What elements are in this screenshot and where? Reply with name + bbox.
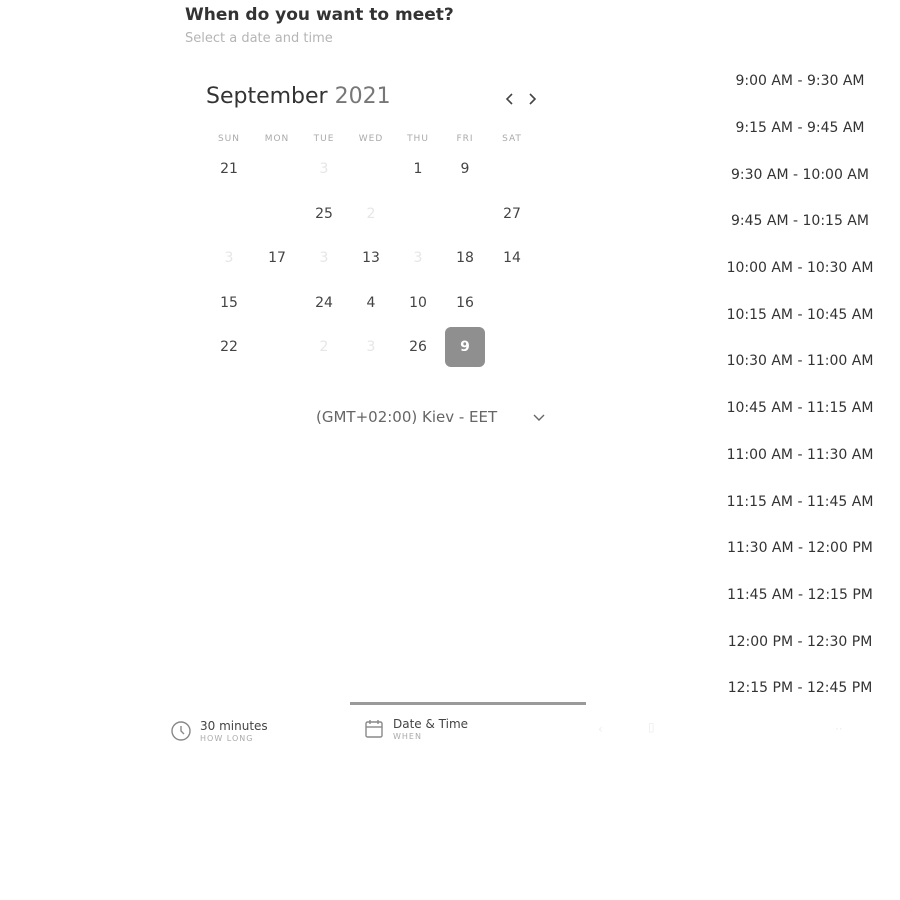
month-name: September	[206, 84, 328, 109]
calendar-day-faint: 3	[366, 339, 376, 355]
calendar-icon	[365, 720, 383, 738]
chevron-right-icon	[529, 93, 537, 105]
step-date-label: Date & Time	[393, 717, 469, 731]
prev-month-button[interactable]	[501, 90, 519, 108]
time-slot[interactable]: 11:45 AM - 12:15 PM	[724, 572, 876, 619]
time-slot[interactable]: 11:30 AM - 12:00 PM	[724, 525, 876, 572]
calendar-day[interactable]: 14	[492, 238, 532, 278]
calendar-day[interactable]: 22	[209, 327, 249, 367]
weekday-sat: SAT	[502, 134, 522, 144]
calendar-day[interactable]: 1	[398, 149, 438, 189]
time-slot[interactable]: 12:15 PM - 12:45 PM	[724, 665, 876, 712]
calendar-day-faint: 2	[366, 206, 376, 222]
step-duration-label: 30 minutes	[200, 719, 268, 733]
time-slot[interactable]: 10:30 AM - 11:00 AM	[724, 338, 876, 385]
calendar-day[interactable]: 16	[445, 283, 485, 323]
calendar-day-selected[interactable]: 9	[445, 327, 485, 367]
calendar-day[interactable]: 24	[304, 283, 344, 323]
step-placeholder-icon: ‹	[598, 722, 603, 736]
weekday-tue: TUE	[313, 134, 335, 144]
weekday-fri: FRI	[456, 134, 474, 144]
time-slot-list: 9:00 AM - 9:30 AM 9:15 AM - 9:45 AM 9:30…	[724, 58, 876, 712]
calendar-day[interactable]: 25	[304, 194, 344, 234]
year: 2021	[334, 84, 391, 109]
calendar-day[interactable]: 26	[398, 327, 438, 367]
time-slot[interactable]: 11:15 AM - 11:45 AM	[724, 478, 876, 525]
step-date-sub: WHEN	[393, 732, 422, 741]
scheduler-page: When do you want to meet? Select a date …	[0, 0, 900, 900]
time-slot[interactable]: 11:00 AM - 11:30 AM	[724, 432, 876, 479]
step-duration-sub: HOW LONG	[200, 734, 254, 743]
calendar-day[interactable]: 17	[257, 238, 297, 278]
month-title: September 2021	[206, 84, 391, 109]
chevron-down-icon	[533, 414, 545, 421]
weekday-thu: THU	[407, 134, 429, 144]
timezone-select[interactable]: (GMT+02:00) Kiev - EET	[316, 408, 546, 426]
weekday-mon: MON	[264, 134, 290, 144]
calendar-day[interactable]: 21	[209, 149, 249, 189]
step-placeholder-icon: ··	[835, 722, 843, 736]
time-slot[interactable]: 10:15 AM - 10:45 AM	[724, 291, 876, 338]
time-slot[interactable]: 10:00 AM - 10:30 AM	[724, 245, 876, 292]
step-date-time[interactable]: Date & Time WHEN	[363, 717, 468, 743]
step-duration[interactable]: 30 minutes HOW LONG	[170, 719, 268, 745]
chevron-left-icon	[505, 93, 513, 105]
calendar-day[interactable]: 10	[398, 283, 438, 323]
calendar-day[interactable]: 27	[492, 194, 532, 234]
calendar-day-faint: 2	[319, 339, 329, 355]
page-subtitle: Select a date and time	[185, 31, 333, 46]
calendar-day-faint: 3	[319, 161, 329, 177]
active-step-indicator	[350, 702, 586, 705]
time-slot[interactable]: 9:15 AM - 9:45 AM	[724, 105, 876, 152]
calendar-day-faint: 3	[224, 250, 234, 266]
time-slot[interactable]: 9:00 AM - 9:30 AM	[724, 58, 876, 105]
calendar-day-faint: 3	[413, 250, 423, 266]
time-slot[interactable]: 12:00 PM - 12:30 PM	[724, 618, 876, 665]
timezone-label: (GMT+02:00) Kiev - EET	[316, 408, 498, 426]
time-slot[interactable]: 9:30 AM - 10:00 AM	[724, 151, 876, 198]
weekday-wed: WED	[358, 134, 384, 144]
next-month-button[interactable]	[523, 90, 541, 108]
clock-icon	[171, 721, 191, 741]
time-slot[interactable]: 9:45 AM - 10:15 AM	[724, 198, 876, 245]
page-title: When do you want to meet?	[185, 5, 454, 25]
weekday-sun: SUN	[217, 134, 241, 144]
calendar-day[interactable]: 18	[445, 238, 485, 278]
calendar-day[interactable]: 9	[445, 149, 485, 189]
calendar-day[interactable]: 4	[351, 283, 391, 323]
time-slot[interactable]: 10:45 AM - 11:15 AM	[724, 385, 876, 432]
calendar-day[interactable]: 13	[351, 238, 391, 278]
calendar-day[interactable]: 15	[209, 283, 249, 323]
step-placeholder-icon: ▯	[648, 720, 655, 734]
calendar-day-faint: 3	[319, 250, 329, 266]
